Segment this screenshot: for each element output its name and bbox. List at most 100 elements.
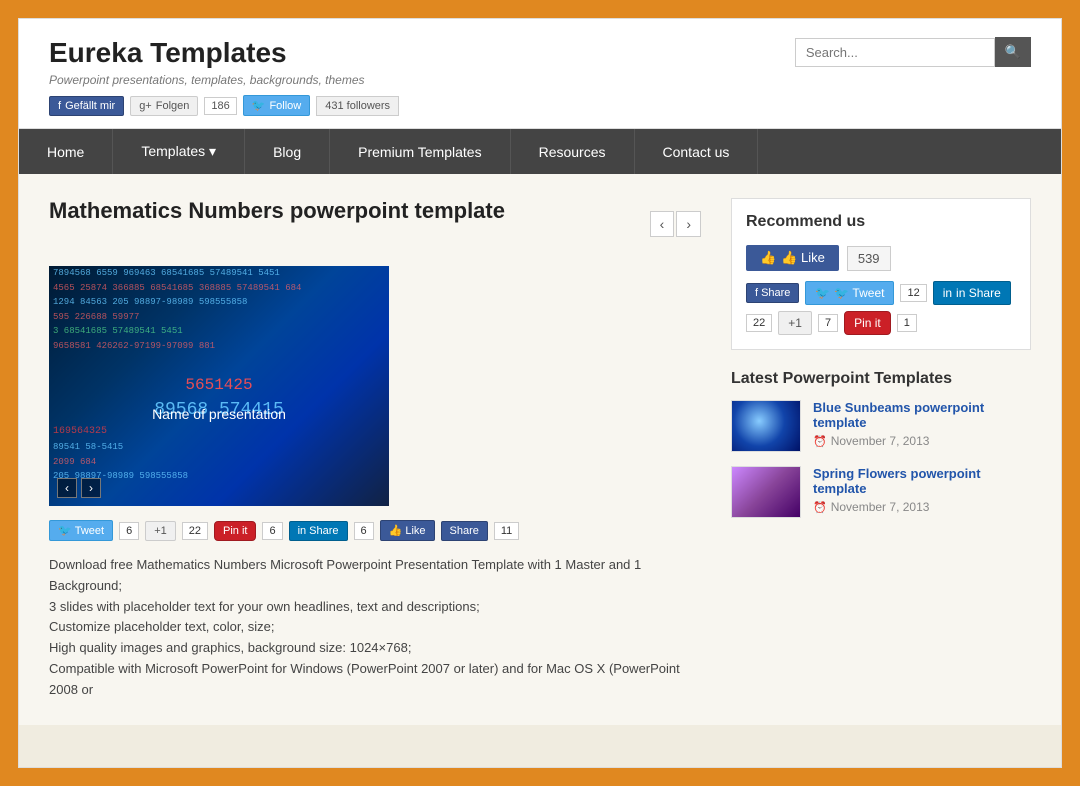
sidebar-tweet-count: 12	[900, 284, 926, 302]
tweet-button[interactable]: 🐦 Tweet	[49, 520, 113, 541]
nav-home[interactable]: Home	[19, 129, 113, 174]
nav-blog[interactable]: Blog	[245, 129, 330, 174]
site-title: Eureka Templates	[49, 37, 399, 69]
slideshow: 7894568 6559 969463 68541685 57489541 54…	[49, 266, 389, 506]
pinterest-button[interactable]: Pin it	[214, 521, 256, 541]
nav-premium[interactable]: Premium Templates	[330, 129, 510, 174]
number-line-7: 5651425	[49, 354, 389, 397]
linkedin-share-button[interactable]: in Share	[289, 521, 348, 541]
slide-prev-button[interactable]: ‹	[57, 478, 77, 498]
sidebar-fb-like-button[interactable]: 👍 👍 Like	[746, 245, 839, 271]
fb-like-button[interactable]: f Gefällt mir	[49, 96, 124, 116]
latest-thumb-1	[731, 400, 801, 452]
number-line-9: 169564325	[49, 424, 389, 440]
sidebar-gplus-button[interactable]: +1	[778, 311, 812, 335]
number-line-11: 2099 684	[49, 455, 389, 470]
gplus-follow-button[interactable]: g+ Folgen	[130, 96, 198, 116]
site-subtitle: Powerpoint presentations, templates, bac…	[49, 73, 399, 87]
fb-share-button[interactable]: Share	[441, 521, 488, 541]
clock-icon-2: ⏰	[813, 501, 827, 514]
twitter-icon: 🐦	[58, 524, 72, 537]
search-input[interactable]	[795, 38, 995, 67]
fb-share-icon: f	[755, 287, 758, 299]
number-line-1: 7894568 6559 969463 68541685 57489541 54…	[49, 266, 389, 281]
recommend-title: Recommend us	[746, 213, 1016, 231]
branding: Eureka Templates Powerpoint presentation…	[49, 37, 399, 116]
prev-page-button[interactable]: ‹	[650, 211, 675, 237]
page-title-row: Mathematics Numbers powerpoint template …	[49, 198, 701, 250]
latest-item-2: Spring Flowers powerpoint template ⏰ Nov…	[731, 466, 1031, 518]
twitter-follow-button[interactable]: 🐦 Follow	[243, 95, 311, 116]
share-row: 🐦 Tweet 6 +1 22 Pin it 6 in Share 6	[49, 520, 701, 541]
slide-controls: ‹ ›	[57, 478, 101, 498]
sidebar-fb-share-button[interactable]: f Share	[746, 283, 799, 303]
sidebar-pin-count: 1	[897, 314, 917, 332]
next-page-button[interactable]: ›	[676, 211, 701, 237]
linkedin-count: 6	[354, 522, 374, 540]
latest-title: Latest Powerpoint Templates	[731, 370, 1031, 388]
latest-section: Latest Powerpoint Templates Blue Sunbeam…	[731, 370, 1031, 518]
sidebar-twitter-icon: 🐦	[815, 286, 830, 300]
slide-next-button[interactable]: ›	[81, 478, 101, 498]
search-area: 🔍	[795, 37, 1031, 67]
number-line-2: 4565 25874 366885 68541685 368885 574895…	[49, 281, 389, 296]
gplus-count: 186	[204, 97, 236, 115]
tweet-count: 6	[119, 522, 139, 540]
social-bar: f Gefällt mir g+ Folgen 186 🐦 Follow 431…	[49, 95, 399, 116]
latest-date-2: ⏰ November 7, 2013	[813, 500, 1031, 514]
number-line-5: 3 68541685 57489541 5451	[49, 324, 389, 339]
page-title: Mathematics Numbers powerpoint template	[49, 198, 505, 232]
sidebar-linkedin-count: 22	[746, 314, 772, 332]
number-line-3: 1294 84563 205 98897-98989 598555858	[49, 295, 389, 310]
search-button[interactable]: 🔍	[995, 37, 1031, 67]
latest-date-1: ⏰ November 7, 2013	[813, 434, 1031, 448]
desc-line3: Customize placeholder text, color, size;	[49, 617, 701, 638]
latest-info-1: Blue Sunbeams powerpoint template ⏰ Nove…	[813, 400, 1031, 448]
thumb-up-icon: 👍	[760, 250, 776, 266]
sidebar-linkedin-button[interactable]: in in Share	[933, 281, 1011, 305]
recommend-fb-row: 👍 👍 Like 539	[746, 245, 1016, 271]
desc-line2: 3 slides with placeholder text for your …	[49, 597, 701, 618]
latest-title-1[interactable]: Blue Sunbeams powerpoint template	[813, 400, 1031, 430]
social-counts-row: f Share 🐦 🐦 Tweet 12 in in Share 22 +	[746, 281, 1016, 335]
nav-templates[interactable]: Templates ▾	[113, 129, 245, 174]
header: Eureka Templates Powerpoint presentation…	[19, 19, 1061, 129]
desc-line1: Download free Mathematics Numbers Micros…	[49, 555, 701, 597]
fb-icon: f	[58, 100, 61, 112]
fb-share-count: 11	[494, 522, 519, 540]
nav-resources[interactable]: Resources	[511, 129, 635, 174]
number-line-10: 89541 58-5415	[49, 440, 389, 455]
sidebar-linkedin-icon: in	[943, 286, 952, 300]
latest-info-2: Spring Flowers powerpoint template ⏰ Nov…	[813, 466, 1031, 514]
twitter-follower-count: 431 followers	[316, 96, 399, 116]
number-line-6: 9658581 426262-97199-97099 881	[49, 339, 389, 354]
main-content: Mathematics Numbers powerpoint template …	[49, 198, 701, 701]
content-wrapper: Mathematics Numbers powerpoint template …	[19, 174, 1061, 725]
slide-center-text: Name of presentation	[152, 406, 286, 422]
sidebar-gplus-count: 7	[818, 314, 838, 332]
gplus-share-count: 22	[182, 522, 208, 540]
number-line-4: 595 226688 59977	[49, 310, 389, 325]
spring-flowers-thumbnail	[732, 467, 800, 517]
latest-item-1: Blue Sunbeams powerpoint template ⏰ Nove…	[731, 400, 1031, 452]
desc-line5: Compatible with Microsoft PowerPoint for…	[49, 659, 701, 701]
fb-like-icon: 👍	[389, 524, 403, 537]
nav-arrows: ‹ ›	[650, 211, 701, 237]
pin-count: 6	[262, 522, 282, 540]
recommend-box: Recommend us 👍 👍 Like 539 f Share 🐦	[731, 198, 1031, 350]
fb-like-share-button[interactable]: 👍 Like	[380, 520, 435, 541]
gplus-share-button[interactable]: +1	[145, 521, 176, 541]
latest-title-2[interactable]: Spring Flowers powerpoint template	[813, 466, 1031, 496]
clock-icon-1: ⏰	[813, 435, 827, 448]
nav-contact[interactable]: Contact us	[635, 129, 759, 174]
slide-image: 7894568 6559 969463 68541685 57489541 54…	[49, 266, 389, 506]
desc-line4: High quality images and graphics, backgr…	[49, 638, 701, 659]
numbers-overlay: 7894568 6559 969463 68541685 57489541 54…	[49, 266, 389, 506]
description: Download free Mathematics Numbers Micros…	[49, 555, 701, 701]
linkedin-icon: in	[298, 525, 307, 537]
sidebar-tweet-button[interactable]: 🐦 🐦 Tweet	[805, 281, 894, 305]
nav-bar: Home Templates ▾ Blog Premium Templates …	[19, 129, 1061, 174]
sidebar-fb-count: 539	[847, 246, 891, 271]
latest-thumb-2	[731, 466, 801, 518]
sidebar-pinterest-button[interactable]: Pin it	[844, 311, 891, 335]
